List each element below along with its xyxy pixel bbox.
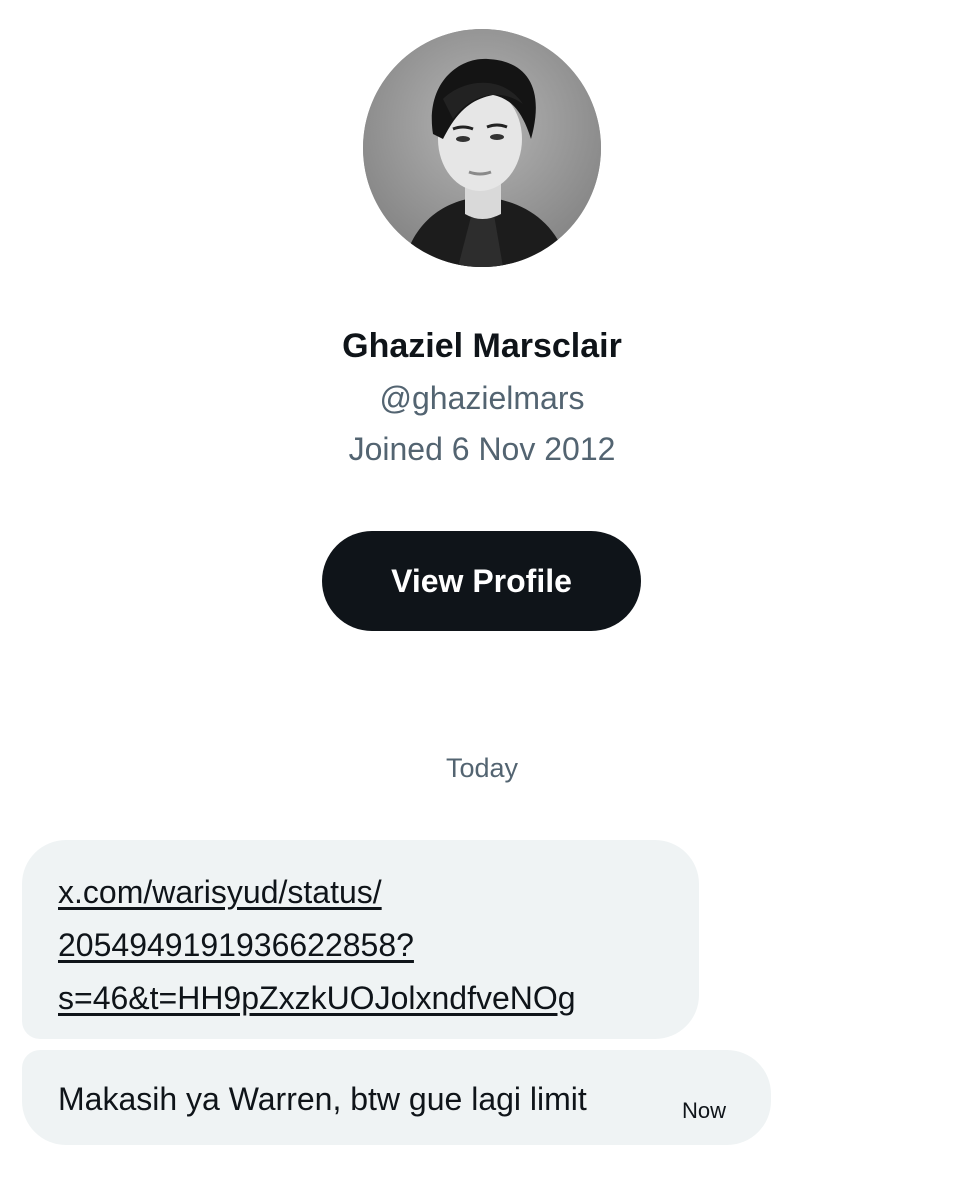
message-link[interactable]: x.com/warisyud/status/ 20549491919366228…	[58, 866, 678, 1025]
user-handle: @ghazielmars	[379, 380, 585, 416]
profile-header: Ghaziel Marsclair @ghazielmars Joined 6 …	[0, 0, 964, 660]
joined-date: Joined 6 Nov 2012	[348, 431, 616, 467]
view-profile-button[interactable]: View Profile	[322, 531, 641, 631]
date-divider: Today	[445, 753, 519, 783]
display-name: Ghaziel Marsclair	[342, 327, 622, 365]
avatar[interactable]	[363, 29, 601, 267]
message-text: Makasih ya Warren, btw gue lagi limit	[58, 1081, 587, 1117]
message-timestamp: Now	[682, 1098, 727, 1123]
message-bubble-text: Makasih ya Warren, btw gue lagi limit No…	[22, 1050, 771, 1145]
message-bubble-link: x.com/warisyud/status/ 20549491919366228…	[22, 840, 699, 1039]
user-avatar-icon	[363, 29, 601, 267]
